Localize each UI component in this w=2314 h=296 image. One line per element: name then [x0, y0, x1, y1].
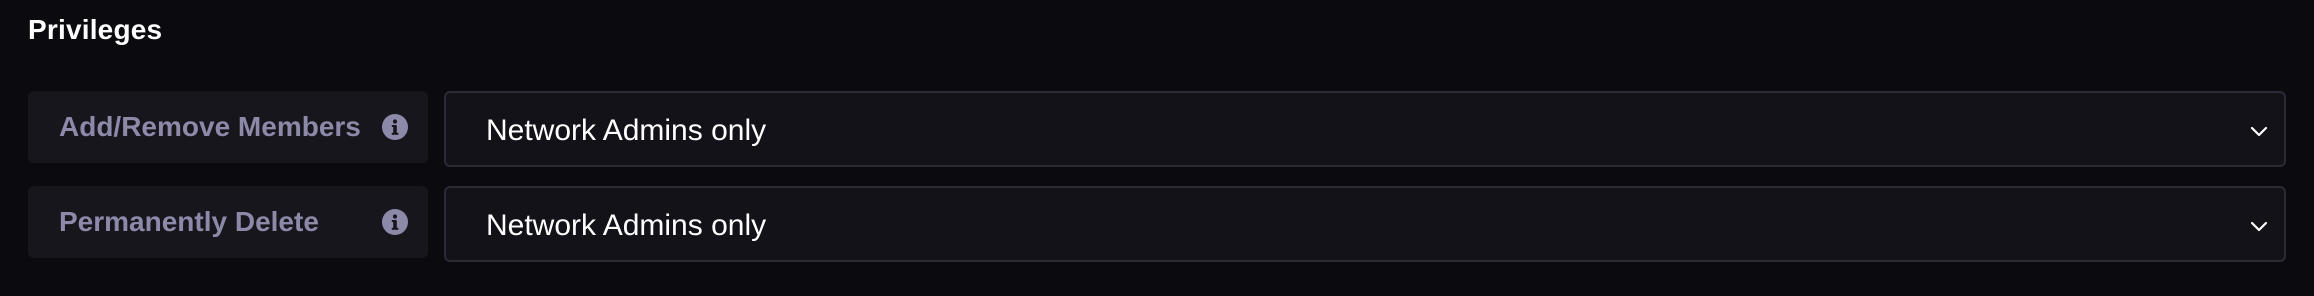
chevron-down-icon — [2250, 221, 2268, 232]
privileges-section: Privileges Add/Remove Members Network Ad… — [0, 0, 2314, 296]
privilege-row-permanently-delete: Permanently Delete Network Admins only — [28, 186, 2286, 262]
privilege-label: Add/Remove Members — [59, 111, 361, 142]
privilege-label: Permanently Delete — [59, 206, 319, 237]
privilege-select[interactable]: Network Admins only — [444, 186, 2286, 262]
privilege-label-box: Permanently Delete — [28, 186, 428, 258]
chevron-down-icon — [2250, 126, 2268, 137]
privilege-row-add-remove-members: Add/Remove Members Network Admins only — [28, 91, 2286, 167]
select-value: Network Admins only — [486, 209, 767, 242]
privilege-label-box: Add/Remove Members — [28, 91, 428, 163]
info-icon[interactable] — [381, 113, 409, 141]
privilege-select[interactable]: Network Admins only — [444, 91, 2286, 167]
select-value: Network Admins only — [486, 114, 767, 147]
info-icon[interactable] — [381, 208, 409, 236]
section-title: Privileges — [28, 14, 163, 45]
